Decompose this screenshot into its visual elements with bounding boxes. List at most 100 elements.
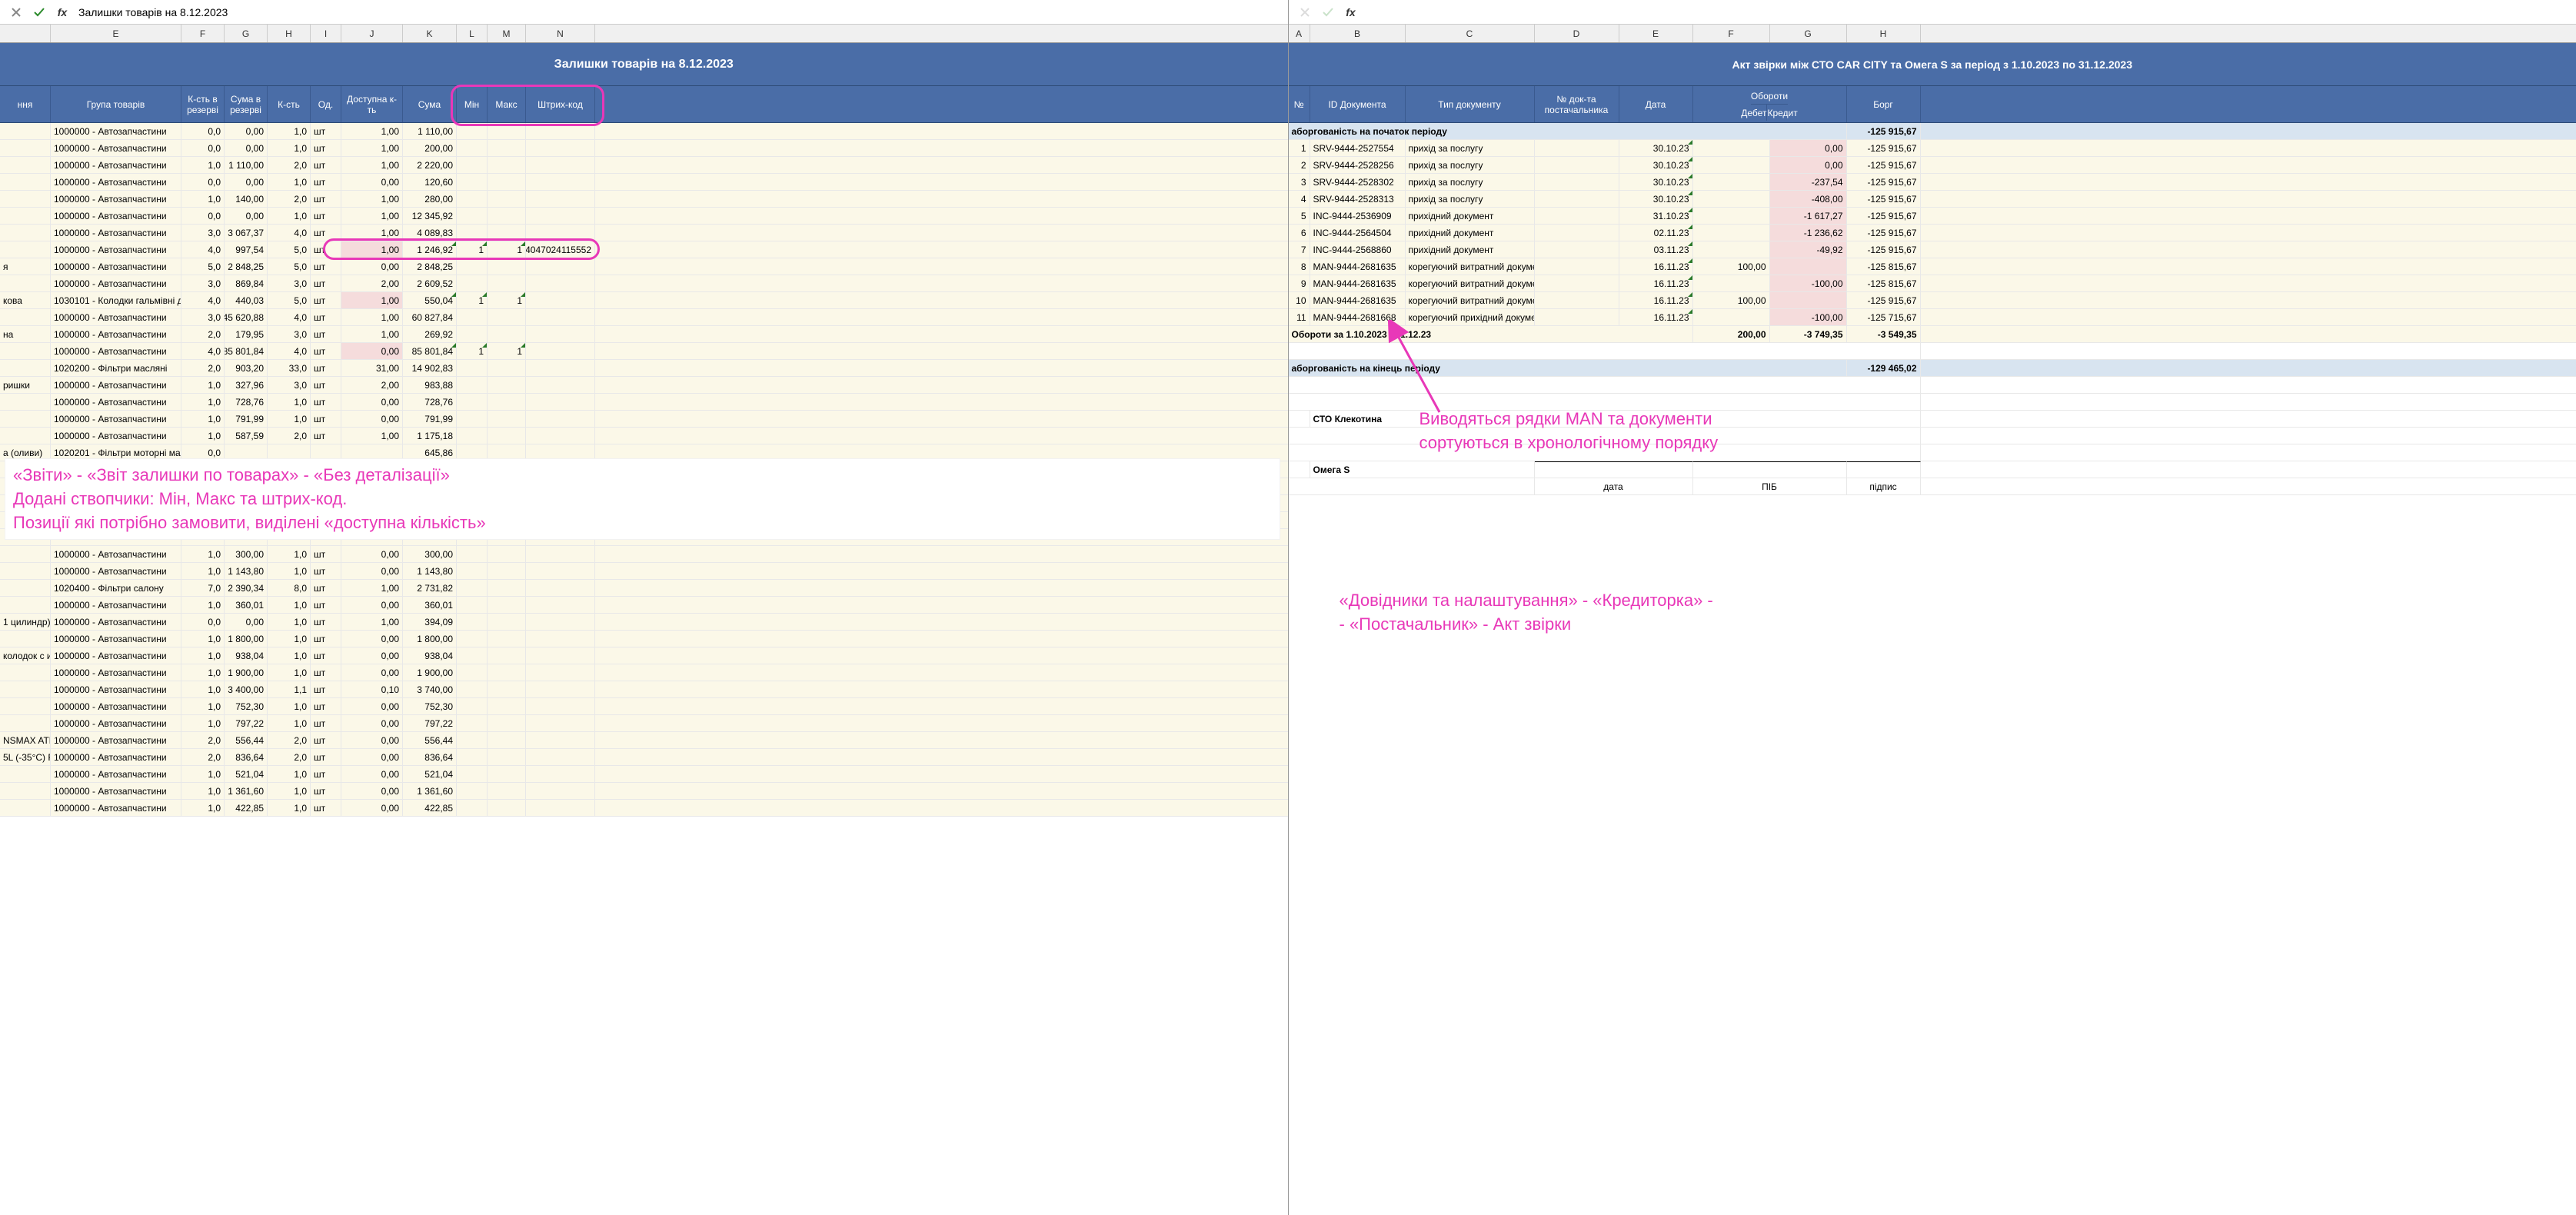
table-row[interactable]: датаПІБпідпис (1289, 478, 2576, 495)
cell[interactable]: шт (311, 225, 341, 241)
cell[interactable]: 5,0 (268, 292, 311, 308)
cell[interactable] (457, 766, 488, 782)
cell[interactable]: 797,22 (225, 715, 268, 731)
cell[interactable] (488, 681, 526, 697)
cell[interactable] (1693, 140, 1770, 156)
table-row[interactable]: 1000000 - Автозапчастини1,01 361,601,0шт… (0, 783, 1288, 800)
cell[interactable] (0, 123, 51, 139)
col-header-K[interactable]: K (403, 25, 457, 42)
cell[interactable]: шт (311, 563, 341, 579)
table-row[interactable]: 11MAN-9444-2681668корегуючий прихідний д… (1289, 309, 2576, 326)
cell[interactable]: 3,0 (268, 275, 311, 291)
cell[interactable]: шт (311, 580, 341, 596)
cell[interactable]: 1,0 (181, 664, 225, 681)
cell[interactable] (526, 309, 595, 325)
th[interactable]: № док-та постачальника (1535, 86, 1619, 122)
cell[interactable]: MAN-9444-2681635 (1310, 292, 1406, 308)
cell[interactable] (0, 411, 51, 427)
cell[interactable]: дата (1535, 478, 1693, 494)
cell[interactable]: -100,00 (1770, 309, 1847, 325)
cell[interactable] (488, 428, 526, 444)
cell[interactable]: підпис (1847, 478, 1921, 494)
cell[interactable]: 1,00 (341, 292, 403, 308)
cell[interactable]: 3,0 (181, 225, 225, 241)
cell[interactable] (526, 664, 595, 681)
cell[interactable]: 1000000 - Автозапчастини (51, 732, 181, 748)
cell[interactable]: корегуючий витратний документ (1406, 292, 1535, 308)
th-10[interactable]: Штрих-код (526, 86, 595, 122)
cell[interactable]: 0,00 (341, 546, 403, 562)
cell[interactable]: шт (311, 123, 341, 139)
th-4[interactable]: К-сть (268, 86, 311, 122)
cell[interactable] (457, 360, 488, 376)
cell[interactable] (488, 631, 526, 647)
table-row[interactable]: 8MAN-9444-2681635корегуючий витратний до… (1289, 258, 2576, 275)
cell[interactable]: 0,0 (181, 123, 225, 139)
cell[interactable] (526, 258, 595, 275)
fx-icon[interactable]: fx (1341, 3, 1361, 22)
cell[interactable] (1535, 258, 1619, 275)
cell[interactable]: 280,00 (403, 191, 457, 207)
cell[interactable]: -125 915,67 (1847, 123, 1921, 139)
table-row[interactable]: 1000000 - Автозапчастини4,085 801,844,0ш… (0, 343, 1288, 360)
th-3[interactable]: Сума в резерві (225, 86, 268, 122)
cell[interactable]: 1000000 - Автозапчастини (51, 191, 181, 207)
cell[interactable]: 4,0 (181, 241, 225, 258)
cancel-icon[interactable] (1295, 3, 1315, 22)
cell[interactable]: 1000000 - Автозапчастини (51, 664, 181, 681)
cell[interactable] (0, 208, 51, 224)
cell[interactable]: корегуючий витратний документ (1406, 258, 1535, 275)
cell[interactable] (1693, 157, 1770, 173)
th-7[interactable]: Сума (403, 86, 457, 122)
cell[interactable] (1770, 258, 1847, 275)
cell[interactable]: 556,44 (403, 732, 457, 748)
cell[interactable] (526, 732, 595, 748)
cell[interactable]: 836,64 (225, 749, 268, 765)
cell[interactable] (1693, 461, 1847, 478)
cell[interactable] (1535, 157, 1619, 173)
th-1[interactable]: Група товарів (51, 86, 181, 122)
cell[interactable]: 2,0 (268, 749, 311, 765)
cell[interactable] (526, 580, 595, 596)
cell[interactable]: 2 731,82 (403, 580, 457, 596)
table-row[interactable]: аборгованість на кінець періоду-129 465,… (1289, 360, 2576, 377)
cell[interactable] (488, 191, 526, 207)
col-header-B[interactable]: B (1310, 25, 1406, 42)
cell[interactable]: 3,0 (268, 377, 311, 393)
cell[interactable] (526, 174, 595, 190)
cell[interactable]: 85 801,84 (225, 343, 268, 359)
cell[interactable]: SRV-9444-2527554 (1310, 140, 1406, 156)
cell[interactable] (1847, 461, 1921, 478)
cell[interactable]: 0,0 (181, 140, 225, 156)
cell[interactable] (1289, 411, 1310, 427)
cell[interactable]: 1 361,60 (225, 783, 268, 799)
cell[interactable]: 1 цилиндр) (0, 614, 51, 630)
cell[interactable]: 2,0 (268, 732, 311, 748)
cell[interactable]: 1,0 (268, 597, 311, 613)
cell[interactable]: 30.10.23 (1619, 140, 1693, 156)
cell[interactable]: 1 143,80 (225, 563, 268, 579)
cell[interactable]: MAN-9444-2681635 (1310, 258, 1406, 275)
cell[interactable] (457, 377, 488, 393)
cell[interactable]: 1 800,00 (403, 631, 457, 647)
cell[interactable]: -49,92 (1770, 241, 1847, 258)
cell[interactable]: 1 900,00 (225, 664, 268, 681)
cell[interactable] (526, 140, 595, 156)
cell[interactable]: 269,92 (403, 326, 457, 342)
cell[interactable]: 422,85 (403, 800, 457, 816)
cell[interactable]: ришки (0, 377, 51, 393)
table-row[interactable]: 1000000 - Автозапчастини1,0521,041,0шт0,… (0, 766, 1288, 783)
cell[interactable] (457, 749, 488, 765)
cell[interactable] (526, 647, 595, 664)
cell[interactable]: NSMAX ATF DX (0, 732, 51, 748)
cell[interactable]: 1,0 (181, 715, 225, 731)
cell[interactable]: 300,00 (225, 546, 268, 562)
cell[interactable] (457, 258, 488, 275)
cell[interactable]: 2,0 (181, 360, 225, 376)
cell[interactable]: 1000000 - Автозапчастини (51, 647, 181, 664)
cell[interactable] (526, 766, 595, 782)
fx-icon[interactable]: fx (52, 3, 72, 22)
cell[interactable]: 1,0 (181, 157, 225, 173)
cell[interactable] (457, 580, 488, 596)
accept-icon[interactable] (29, 3, 49, 22)
